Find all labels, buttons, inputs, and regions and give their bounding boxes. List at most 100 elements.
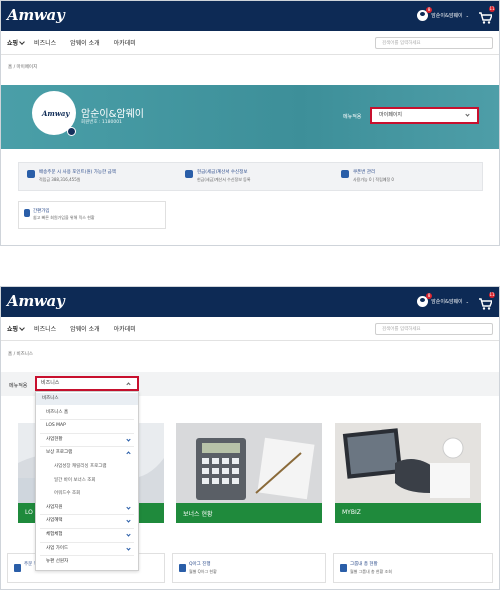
stat-title: 쿠폰번 관리 <box>353 170 376 175</box>
card-label: 보너스 현황 <box>176 503 322 523</box>
dropdown-item[interactable]: 일간 바이 보너스 조회 <box>36 475 138 487</box>
nav-shopping[interactable]: 쇼핑 <box>7 324 25 333</box>
user-icon: 8 <box>417 293 433 307</box>
card-mybiz[interactable]: MYBIZ <box>335 423 481 523</box>
main-nav: 쇼핑 비즈니스 암웨이 소개 아카데미 검색어를 입력하세요 <box>1 317 499 341</box>
dropdown-item-label: 사업혜택 <box>46 518 63 524</box>
dropdown-item[interactable]: 체험체험 <box>36 529 138 541</box>
avatar-edit-icon[interactable] <box>67 127 76 136</box>
dropdown-item-label: 뉴편 선원자 <box>46 559 69 565</box>
amway-logo[interactable]: Amway <box>7 6 65 24</box>
user-name: 암순이&암웨이 <box>431 299 463 305</box>
nav-business[interactable]: 비즈니스 <box>34 38 56 47</box>
nav-about[interactable]: 암웨이 소개 <box>70 38 100 47</box>
dropdown-item-label: 사업현황 <box>46 436 63 442</box>
user-name: 암순이&암웨이 <box>431 13 463 19</box>
chevron-down-icon <box>465 112 470 117</box>
dropdown-value: 비즈니스 <box>41 380 60 386</box>
dropdown-item[interactable]: 비즈니스 <box>36 393 138 405</box>
chevron-up-icon <box>126 382 131 387</box>
dropdown-item[interactable]: 보상 프로그램 <box>36 447 138 459</box>
menu-label: 메뉴적용 <box>343 114 362 120</box>
nav-about[interactable]: 암웨이 소개 <box>70 324 100 333</box>
stat-sub: 사용가능 0 | 적립예정 0 <box>353 177 394 182</box>
dropdown-item-label: 일간 바이 보너스 조회 <box>54 477 96 483</box>
search-input[interactable]: 검색어를 입력하세요 <box>375 323 493 335</box>
cart-icon <box>479 298 494 310</box>
stat-coupon[interactable]: 쿠폰번 관리사용가능 0 | 적립예정 0 <box>341 169 394 183</box>
cart-button[interactable]: 11 <box>479 292 495 310</box>
quick-join-card[interactable]: 간편가입 쉽고 빠른 회원가입을 위해 믹스 현황 <box>18 201 166 229</box>
menu-select[interactable]: 마이페이지 <box>370 107 479 124</box>
member-number: 회원번호 : 1180001 <box>81 120 122 125</box>
nav-academy[interactable]: 아카데미 <box>114 324 136 333</box>
chevron-down-icon <box>126 532 131 537</box>
dropdown-item[interactable]: LOS MAP <box>36 420 138 432</box>
avatar-logo: Amway <box>42 109 70 118</box>
dropdown-item-label: 사업지원 <box>46 504 63 510</box>
top-header: Amway 8 암순이&암웨이 ⌄ 11 <box>1 1 499 31</box>
user-menu[interactable]: 8 암순이&암웨이 ⌄ <box>417 293 469 307</box>
dropdown-item[interactable]: 어워드수 조회 <box>36 488 138 500</box>
dropdown-item[interactable]: 사업혜택 <box>36 515 138 527</box>
stat-receipt[interactable]: 현금(세금)계산서 수신정보현금(세금)계산서 수신정보 등록 <box>185 169 251 183</box>
main-nav: 쇼핑 비즈니스 암웨이 소개 아카데미 검색어를 입력하세요 <box>1 31 499 55</box>
chevron-down-icon <box>19 39 25 45</box>
card-bonus[interactable]: 보너스 현황 <box>176 423 322 523</box>
mypage-panel: Amway 8 암순이&암웨이 ⌄ 11 쇼핑 비즈니스 암웨이 소개 아카데미… <box>0 0 500 246</box>
dropdown-item[interactable]: 비즈니스 홈 <box>36 407 138 419</box>
bottom-box-group[interactable]: 그룹내 총 현황 월별 그룹내 총 현황 조회 <box>333 553 493 583</box>
menu-label: 메뉴적용 <box>9 383 28 389</box>
business-menu-select[interactable]: 비즈니스 <box>35 376 139 391</box>
cart-badge: 11 <box>489 6 495 12</box>
breadcrumb: 홈 / 비즈니스 <box>8 352 34 357</box>
receipt-icon <box>185 170 193 178</box>
stat-title: 배송주문 시 사용 포인트(원) 가능한 금액 <box>39 170 116 175</box>
cart-badge: 11 <box>489 292 495 298</box>
menu-select-value: 마이페이지 <box>379 112 403 118</box>
chevron-down-icon <box>19 325 25 331</box>
dropdown-item[interactable]: 뉴편 선원자 <box>36 556 138 568</box>
dropdown-item-label: 체험체험 <box>46 532 63 537</box>
nav-business[interactable]: 비즈니스 <box>34 324 56 333</box>
breadcrumb: 홈 / 마이페이지 <box>8 65 38 70</box>
dropdown-item[interactable]: 사업현황 <box>36 434 138 446</box>
dropdown-item-label: LOS MAP <box>46 423 66 429</box>
stat-sub: 현금(세금)계산서 수신정보 등록 <box>197 177 251 182</box>
amway-logo[interactable]: Amway <box>7 292 65 310</box>
card-label: MYBIZ <box>335 503 481 523</box>
box-title: 그룹내 총 현황 <box>350 562 378 567</box>
top-header: Amway 8 암순이&암웨이 ⌄ 11 <box>1 287 499 317</box>
box-sub: 월별 Q아그 현황 <box>189 569 217 574</box>
dropdown-item-label: 어워드수 조회 <box>54 491 81 497</box>
cart-icon <box>479 12 494 24</box>
cart-button[interactable]: 11 <box>479 6 495 24</box>
nav-shopping[interactable]: 쇼핑 <box>7 38 25 47</box>
coin-icon <box>27 170 35 178</box>
dropdown-item-label: 보상 프로그램 <box>46 450 73 456</box>
stat-points[interactable]: 배송주문 시 사용 포인트(원) 가능한 금액적립금 388,316,455원 <box>27 169 116 183</box>
dropdown-item-label: 비즈니스 <box>42 396 59 401</box>
bottom-box-progress[interactable]: Q아그 진행 월별 Q아그 현황 <box>172 553 326 583</box>
stat-title: 현금(세금)계산서 수신정보 <box>197 170 248 175</box>
nav-academy[interactable]: 아카데미 <box>114 38 136 47</box>
chevron-down-icon <box>126 505 131 510</box>
chevron-down-icon: ⌄ <box>465 13 469 18</box>
box-title: Q아그 진행 <box>189 562 211 567</box>
dropdown-item[interactable]: 사업 가이드 <box>36 543 138 555</box>
business-panel: Amway 8 암순이&암웨이 ⌄ 11 쇼핑 비즈니스 암웨이 소개 아카데미… <box>0 286 500 590</box>
person-icon <box>24 209 30 217</box>
desk-photo <box>335 423 481 503</box>
chevron-down-icon: ⌄ <box>465 299 469 304</box>
search-input[interactable]: 검색어를 입력하세요 <box>375 37 493 49</box>
profile-name: 암순이&암웨이 <box>81 109 144 120</box>
box-sub: 월별 그룹내 총 현황 조회 <box>350 569 392 574</box>
dropdown-item[interactable]: 사업성장 캐릴리싱 프로그램 <box>36 461 138 473</box>
user-menu[interactable]: 8 암순이&암웨이 ⌄ <box>417 7 469 21</box>
dropdown-item[interactable]: 사업지원 <box>36 502 138 514</box>
group-icon <box>340 564 347 572</box>
stat-sub: 적립금 388,316,455원 <box>39 177 81 182</box>
stats-bar: 배송주문 시 사용 포인트(원) 가능한 금액 적립금 388,316,455원 … <box>18 162 483 191</box>
user-icon: 8 <box>417 7 433 21</box>
dropdown-item-label: 사업 가이드 <box>46 545 69 551</box>
